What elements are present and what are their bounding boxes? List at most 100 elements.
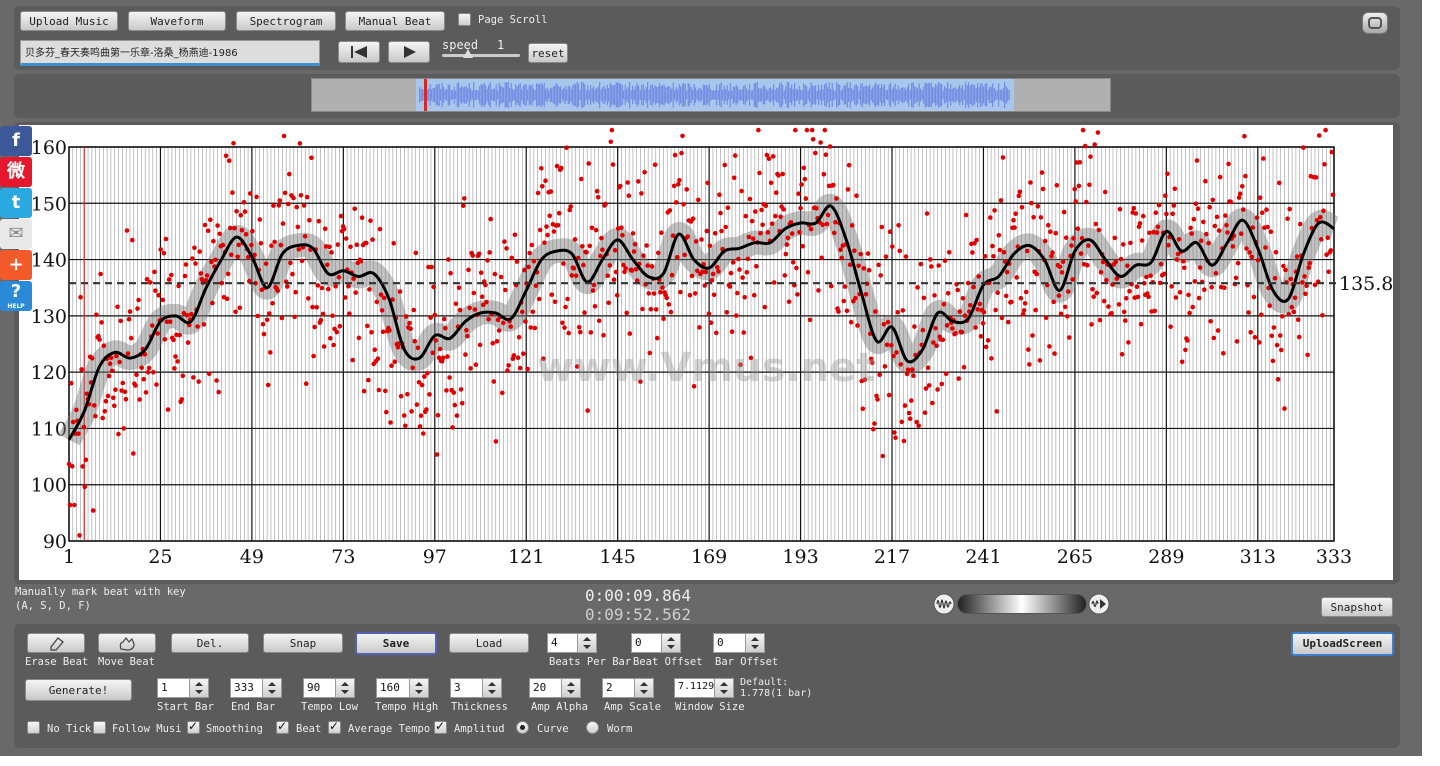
beat-point[interactable] [264,317,270,323]
beat-point[interactable] [1244,246,1249,251]
beat-point[interactable] [898,362,903,367]
beat-point[interactable] [1133,211,1139,216]
beat-point[interactable] [596,318,602,324]
beat-point[interactable] [782,273,788,278]
tempo-chart[interactable]: 1 25 49 73 97 121 145 169 193 217 241 265 289 313 333 9… [19,125,1393,580]
beat-point[interactable] [623,266,628,271]
beat-point[interactable] [715,264,720,270]
beat-point[interactable] [94,312,99,318]
beat-point[interactable] [102,409,108,414]
beat-point[interactable] [1127,288,1132,294]
beat-point[interactable] [292,314,297,320]
beat-point[interactable] [562,325,567,330]
beat-point[interactable] [609,127,615,133]
beat-point[interactable] [1023,289,1029,295]
beat-point[interactable] [137,397,142,402]
move-beat-button[interactable] [98,633,156,653]
beat-point[interactable] [1009,299,1014,305]
beat-point[interactable] [111,395,116,401]
follow-music-checkbox[interactable] [93,721,106,734]
amplitude-track[interactable] [957,594,1087,614]
beat-point[interactable] [278,242,284,248]
beat-point[interactable] [1116,302,1122,307]
beat-point[interactable] [321,344,327,349]
manual-beat-button[interactable]: Manual Beat [345,11,445,31]
beat-point[interactable] [607,263,613,268]
beat-point[interactable] [334,329,340,335]
beat-point[interactable] [551,229,557,234]
beat-point[interactable] [1051,299,1056,305]
beat-point[interactable] [327,244,332,250]
beat-point[interactable] [461,203,466,209]
beat-point[interactable] [107,361,113,366]
beat-point[interactable] [118,318,123,324]
beat-point[interactable] [571,266,577,271]
spectrogram-button[interactable]: Spectrogram [236,11,336,31]
beat-offset-stepper[interactable]: 0 [631,633,681,653]
beat-point[interactable] [548,189,554,194]
overview-waveform[interactable] [311,78,1111,112]
beat-point[interactable] [681,202,686,207]
beat-point[interactable] [1191,216,1197,222]
beat-point[interactable] [1242,133,1247,139]
smoothing-checkbox[interactable] [187,719,200,734]
beat-point[interactable] [974,237,979,243]
beat-point[interactable] [885,319,891,325]
stepper-arrows-icon[interactable] [262,679,281,697]
beat-point[interactable] [1140,213,1146,219]
beat-point[interactable] [493,439,499,444]
beat-point[interactable] [716,269,721,274]
beat-point[interactable] [384,409,389,415]
beat-point[interactable] [666,302,672,307]
beat-point[interactable] [1138,321,1144,327]
beat-point[interactable] [473,362,479,367]
beat-point[interactable] [407,320,412,326]
beat-point[interactable] [1263,245,1268,250]
beat-point[interactable] [794,265,799,271]
beat-point[interactable] [1093,221,1099,227]
beat-point[interactable] [427,392,432,397]
beat-point[interactable] [1027,362,1032,367]
beat-point[interactable] [1192,279,1198,284]
end-bar-value[interactable]: 333 [234,681,254,694]
beat-point[interactable] [1018,295,1024,301]
beat-point[interactable] [354,242,360,248]
beat-point[interactable] [1087,182,1092,188]
beat-point[interactable] [220,242,226,248]
beat-point[interactable] [542,240,547,245]
beat-point[interactable] [846,162,852,168]
beat-point[interactable] [387,328,392,333]
snapshot-button[interactable]: Snapshot [1321,597,1393,617]
stepper-arrows-icon[interactable] [189,679,208,697]
beat-point[interactable] [611,277,617,282]
beat-point[interactable] [437,346,443,352]
beat-point[interactable] [1271,325,1277,330]
beat-point[interactable] [1039,170,1045,175]
beat-point[interactable] [243,232,249,237]
beat-point[interactable] [195,324,200,329]
beat-point[interactable] [1144,274,1149,280]
save-button[interactable]: Save [355,632,437,655]
beat-point[interactable] [1321,208,1326,214]
beat-point[interactable] [895,310,900,315]
beat-point[interactable] [374,299,380,305]
beat-point[interactable] [1173,295,1179,300]
end-bar-stepper[interactable]: 333 [230,678,282,698]
beat-point[interactable] [580,244,585,249]
beat-point[interactable] [517,365,523,371]
beat-point[interactable] [946,250,952,255]
beat-point[interactable] [754,263,759,269]
beat-point[interactable] [358,258,364,264]
curve-radio[interactable] [516,721,529,734]
beat-point[interactable] [739,188,744,194]
beat-point[interactable] [653,307,659,312]
beat-point[interactable] [1125,263,1130,268]
beat-point[interactable] [1089,322,1094,327]
beat-point[interactable] [935,387,940,392]
beat-point[interactable] [508,324,513,329]
beat-point[interactable] [487,250,492,255]
beat-point[interactable] [941,301,947,307]
beat-point[interactable] [1072,186,1077,192]
beat-point[interactable] [963,212,969,218]
beat-point[interactable] [800,243,805,249]
